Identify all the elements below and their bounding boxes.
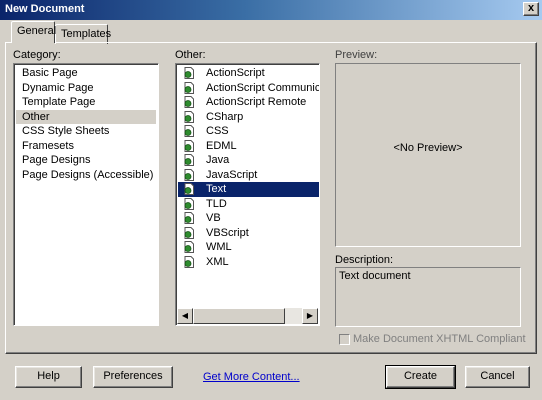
- list-item-label: Java: [206, 154, 230, 166]
- scroll-right-icon[interactable]: ▶: [302, 308, 318, 324]
- close-button[interactable]: x: [523, 2, 539, 16]
- scroll-thumb[interactable]: [193, 308, 285, 324]
- category-label: Category:: [13, 49, 61, 61]
- list-item-label: XML: [206, 255, 229, 268]
- list-item-label: Text: [206, 183, 227, 195]
- list-item-label: TLD: [206, 197, 227, 210]
- list-item-label: CSharp: [206, 110, 244, 123]
- list-item[interactable]: VBScript: [178, 226, 319, 241]
- tab-templates[interactable]: Templates: [55, 24, 111, 44]
- xhtml-checkbox[interactable]: [339, 334, 350, 345]
- document-icon: [183, 81, 195, 94]
- list-item[interactable]: JavaScript: [178, 168, 319, 183]
- preview-text: <No Preview>: [393, 142, 463, 154]
- xhtml-checkbox-label: Make Document XHTML Compliant: [353, 333, 526, 345]
- list-item-label: WML: [206, 241, 232, 253]
- list-item-label: ActionScript: [206, 67, 265, 79]
- list-item[interactable]: ActionScript: [178, 66, 319, 81]
- document-icon: [183, 241, 195, 253]
- description-label: Description:: [335, 254, 394, 266]
- category-item-dynamic-page[interactable]: Dynamic Page: [16, 81, 156, 96]
- other-list[interactable]: ActionScript ActionScript Communicatio A…: [175, 63, 320, 326]
- preview-label: Preview:: [335, 49, 378, 61]
- list-item[interactable]: ActionScript Communicatio: [178, 81, 319, 96]
- document-icon: [183, 154, 195, 166]
- document-icon: [183, 168, 195, 181]
- create-button[interactable]: Create: [385, 365, 456, 389]
- cancel-button[interactable]: Cancel: [465, 366, 530, 388]
- list-item-label: ActionScript Remote: [206, 96, 307, 108]
- category-item-basic-page[interactable]: Basic Page: [16, 66, 156, 81]
- window-title: New Document: [5, 3, 85, 15]
- list-item[interactable]: EDML: [178, 139, 319, 154]
- list-item-selected[interactable]: Text: [178, 182, 319, 197]
- document-icon: [183, 255, 195, 268]
- list-item-label: CSS: [206, 125, 229, 137]
- list-item-label: VBScript: [206, 226, 249, 239]
- list-item-label: JavaScript: [206, 168, 258, 181]
- scroll-left-icon[interactable]: ◀: [177, 308, 193, 324]
- category-item-page-designs-accessible[interactable]: Page Designs (Accessible): [16, 168, 156, 183]
- list-item[interactable]: VB: [178, 211, 319, 226]
- document-icon: [183, 96, 195, 108]
- category-item-template-page[interactable]: Template Page: [16, 95, 156, 110]
- document-icon: [183, 226, 195, 239]
- list-item[interactable]: TLD: [178, 197, 319, 212]
- list-item-label: EDML: [206, 139, 237, 152]
- category-list[interactable]: Basic Page Dynamic Page Template Page Ot…: [13, 63, 159, 326]
- preferences-button[interactable]: Preferences: [93, 366, 173, 388]
- list-item[interactable]: CSharp: [178, 110, 319, 125]
- list-item[interactable]: Java: [178, 153, 319, 168]
- document-icon: [183, 139, 195, 152]
- document-icon: [183, 197, 195, 210]
- category-item-other[interactable]: Other: [16, 109, 156, 124]
- document-icon: [183, 67, 195, 79]
- category-item-page-designs[interactable]: Page Designs: [16, 153, 156, 168]
- document-icon: [183, 183, 195, 195]
- other-label: Other:: [175, 49, 206, 61]
- category-item-framesets[interactable]: Framesets: [16, 139, 156, 154]
- list-item-label: VB: [206, 212, 221, 224]
- list-item[interactable]: CSS: [178, 124, 319, 139]
- list-item[interactable]: XML: [178, 255, 319, 270]
- list-item[interactable]: ActionScript Remote: [178, 95, 319, 110]
- description-box: Text document: [335, 267, 521, 327]
- document-icon: [183, 125, 195, 137]
- get-more-content-link[interactable]: Get More Content...: [203, 371, 300, 383]
- help-button[interactable]: Help: [15, 366, 82, 388]
- description-text: Text document: [339, 270, 411, 282]
- horizontal-scrollbar[interactable]: ◀ ▶: [177, 308, 318, 324]
- list-item-label: ActionScript Communicatio: [206, 81, 319, 94]
- preview-box: <No Preview>: [335, 63, 521, 247]
- document-icon: [183, 110, 195, 123]
- category-item-css-style-sheets[interactable]: CSS Style Sheets: [16, 124, 156, 139]
- list-item[interactable]: WML: [178, 240, 319, 255]
- document-icon: [183, 212, 195, 224]
- tab-general[interactable]: General: [11, 21, 56, 43]
